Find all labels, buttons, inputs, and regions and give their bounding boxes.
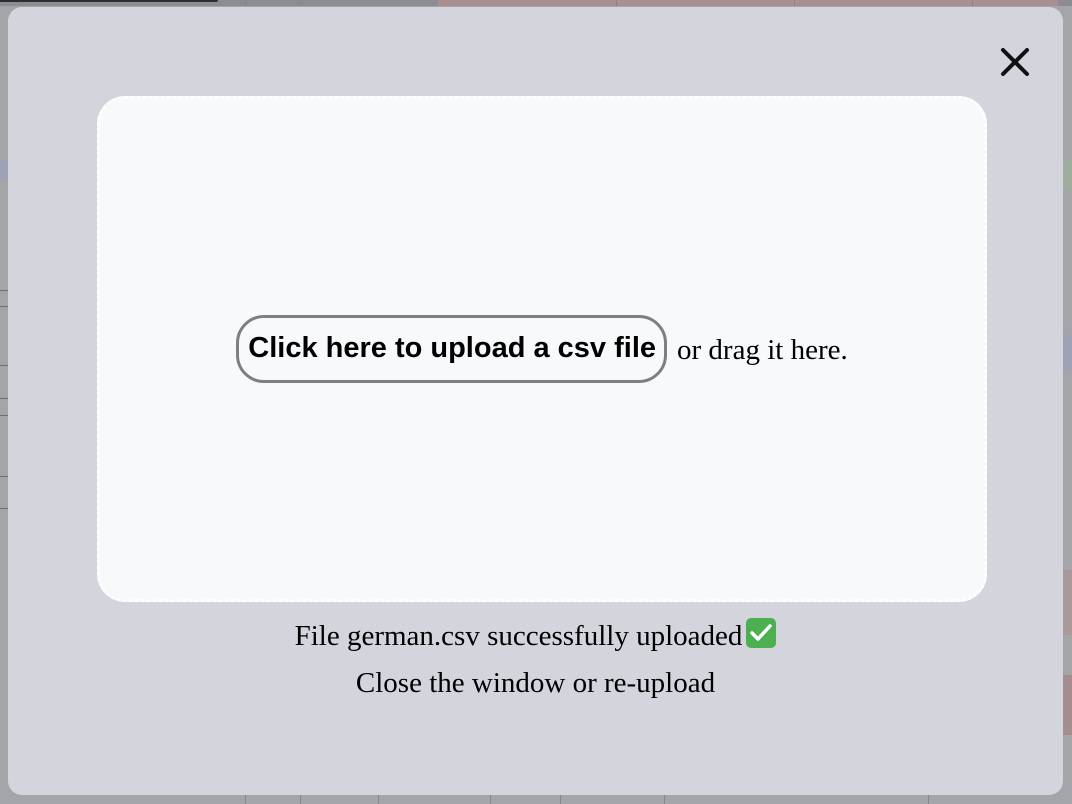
background-row-line <box>0 365 8 366</box>
background-row-line <box>0 508 8 509</box>
background-grid-line <box>300 0 301 6</box>
dropzone-content: Click here to upload a csv file or drag … <box>236 315 848 383</box>
background-row-line <box>0 290 8 291</box>
close-button[interactable] <box>994 41 1036 83</box>
background-grid-line <box>378 795 379 804</box>
background-row-line <box>0 476 8 477</box>
background-row-line <box>0 398 8 399</box>
status-message: File german.csv successfully uploaded <box>294 620 743 652</box>
status-hint: Close the window or re-upload <box>355 667 716 699</box>
upload-modal: Click here to upload a csv file or drag … <box>8 7 1063 795</box>
background-grid-line <box>616 0 617 6</box>
background-color-cell <box>1063 675 1072 735</box>
background-color-cell <box>1063 335 1072 370</box>
background-grid-line <box>245 795 246 804</box>
background-grid-line <box>245 0 246 6</box>
background-tab <box>0 0 218 2</box>
background-grid-line <box>560 795 561 804</box>
background-highlight-strip <box>438 0 1058 6</box>
check-mark-icon <box>746 618 777 648</box>
file-dropzone[interactable]: Click here to upload a csv file or drag … <box>97 96 987 602</box>
background-grid-line <box>300 795 301 804</box>
drag-hint-text: or drag it here. <box>677 333 848 366</box>
background-grid-line <box>664 795 665 804</box>
upload-status: File german.csv successfully uploaded Cl… <box>8 613 1063 707</box>
background-row-line <box>0 306 8 307</box>
background-row-line <box>0 415 8 416</box>
close-icon <box>1001 48 1029 76</box>
upload-csv-button[interactable]: Click here to upload a csv file <box>236 315 668 383</box>
background-color-cell <box>1063 570 1072 635</box>
background-grid-line <box>928 795 929 804</box>
background-color-cell <box>0 160 8 180</box>
background-grid-line <box>972 0 973 6</box>
background-grid-line <box>490 795 491 804</box>
background-grid-line <box>794 0 795 6</box>
background-color-cell <box>1063 160 1072 190</box>
status-line: File german.csv successfully uploaded <box>8 613 1063 660</box>
